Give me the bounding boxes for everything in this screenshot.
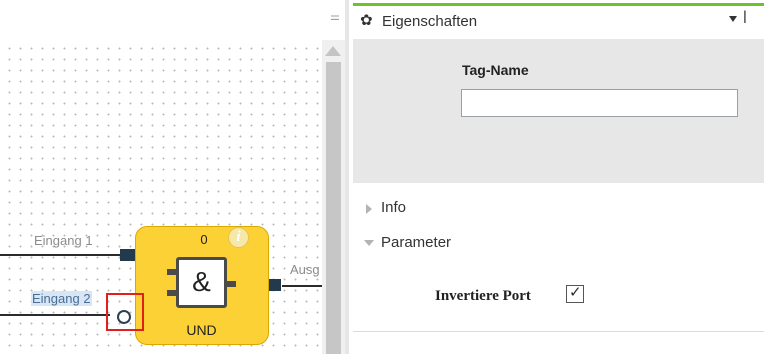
- input-wire-2[interactable]: [0, 314, 110, 316]
- input-wire-1[interactable]: [0, 254, 120, 256]
- section-info[interactable]: [353, 194, 764, 224]
- and-symbol: &: [192, 266, 211, 297]
- and-box-left-stub-bottom: [167, 290, 176, 296]
- tag-name-label: Tag-Name: [462, 62, 529, 78]
- input-label-1[interactable]: Eingang 1: [34, 233, 93, 248]
- checkmark-icon[interactable]: ✓: [569, 283, 582, 301]
- gear-icon: ✿: [360, 11, 373, 29]
- section-parameter-label[interactable]: Parameter: [381, 234, 451, 251]
- panel-divider: [353, 331, 764, 332]
- tag-name-input[interactable]: [461, 89, 738, 117]
- scroll-up-arrow-icon[interactable]: [325, 46, 341, 56]
- output-wire[interactable]: [282, 285, 322, 287]
- panel-splitter[interactable]: [345, 0, 349, 354]
- pin-icon[interactable]: ꟾ: [743, 12, 747, 27]
- scrollbar-thumb[interactable]: [326, 62, 341, 354]
- selection-highlight: [106, 293, 144, 331]
- canvas-toolbar: [0, 0, 345, 40]
- and-box-left-stub-top: [167, 269, 176, 275]
- properties-title: Eigenschaften: [382, 13, 478, 30]
- invert-port-label: Invertiere Port: [435, 288, 531, 304]
- output-label[interactable]: Ausg: [290, 262, 322, 277]
- expanded-arrow-icon[interactable]: [364, 240, 374, 246]
- collapsed-arrow-icon[interactable]: [366, 204, 372, 214]
- section-info-label[interactable]: Info: [381, 199, 406, 216]
- input-label-2[interactable]: Eingang 2: [31, 291, 92, 306]
- canvas-menu-icon[interactable]: ⚌: [330, 10, 340, 23]
- gate-counter: 0: [200, 232, 208, 247]
- and-box-right-stub: [227, 281, 236, 287]
- gate-name: UND: [186, 322, 217, 338]
- input-port-1[interactable]: [120, 249, 135, 261]
- info-icon[interactable]: i: [228, 227, 249, 248]
- panel-dropdown-arrow-icon[interactable]: [729, 16, 737, 22]
- output-port[interactable]: [269, 279, 281, 291]
